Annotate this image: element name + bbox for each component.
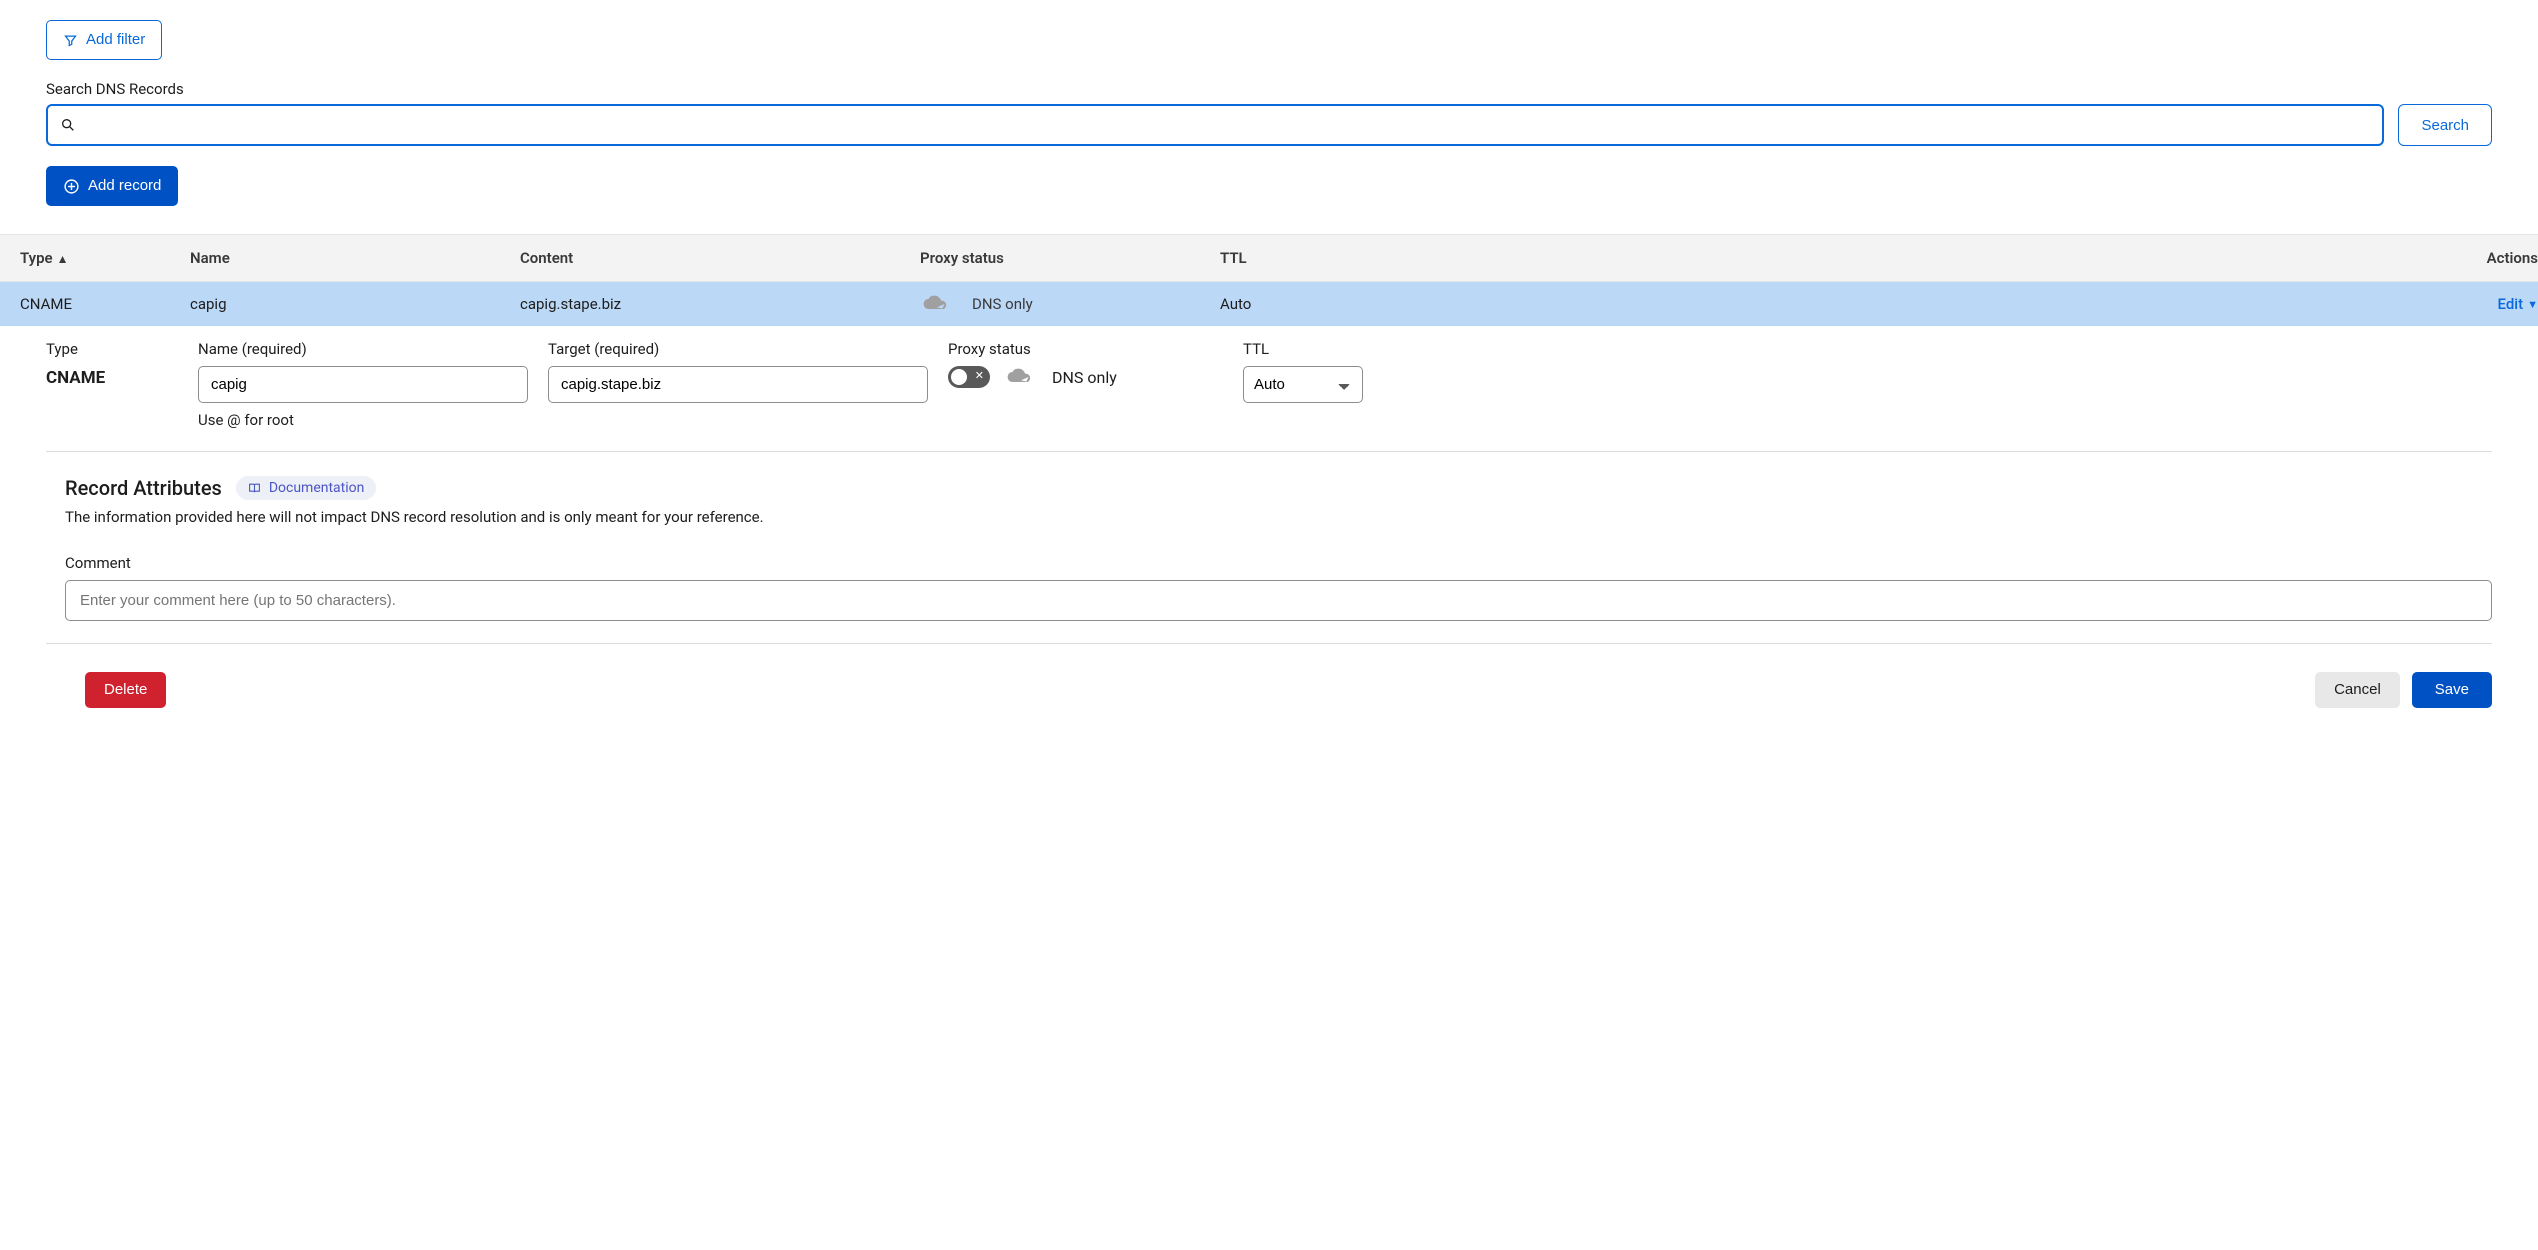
add-filter-label: Add filter: [86, 31, 145, 49]
edit-panel: Type CNAME Name (required) Use @ for roo…: [0, 326, 2538, 429]
dns-records-table: Type▲ Name Content Proxy status TTL Acti…: [0, 234, 2538, 326]
target-input[interactable]: [548, 366, 928, 403]
col-content[interactable]: Content: [520, 249, 920, 267]
edit-button[interactable]: Edit ▼: [2498, 295, 2538, 313]
comment-label: Comment: [65, 554, 2492, 572]
ttl-select[interactable]: Auto: [1243, 366, 1363, 403]
ttl-label: TTL: [1243, 340, 1393, 358]
cloud-icon: [920, 294, 954, 314]
cell-ttl: Auto: [1220, 295, 1360, 313]
caret-down-icon: ▼: [2527, 298, 2538, 311]
cancel-button[interactable]: Cancel: [2315, 672, 2400, 708]
col-ttl[interactable]: TTL: [1220, 249, 1360, 267]
col-actions: Actions: [1360, 249, 2538, 267]
col-proxy[interactable]: Proxy status: [920, 249, 1220, 267]
search-box[interactable]: [46, 104, 2384, 146]
add-filter-button[interactable]: Add filter: [46, 20, 162, 60]
sort-asc-icon: ▲: [57, 252, 69, 266]
save-button[interactable]: Save: [2412, 672, 2492, 708]
x-icon: ✕: [975, 369, 984, 382]
col-name[interactable]: Name: [190, 249, 520, 267]
comment-input[interactable]: [65, 580, 2492, 621]
delete-button[interactable]: Delete: [85, 672, 166, 708]
attributes-title: Record Attributes: [65, 476, 222, 500]
name-help: Use @ for root: [198, 411, 548, 429]
filter-icon: [63, 33, 78, 48]
proxy-label: Proxy status: [948, 340, 1243, 358]
cell-name: capig: [190, 295, 520, 313]
search-label: Search DNS Records: [46, 80, 2492, 98]
plus-circle-icon: [63, 178, 80, 195]
search-button[interactable]: Search: [2398, 104, 2492, 146]
cloud-icon: [1004, 367, 1038, 387]
documentation-link[interactable]: Documentation: [236, 476, 377, 500]
type-label: Type: [46, 340, 198, 358]
add-record-button[interactable]: Add record: [46, 166, 178, 206]
cell-proxy: DNS only: [920, 294, 1220, 314]
cell-content: capig.stape.biz: [520, 295, 920, 313]
target-label: Target (required): [548, 340, 948, 358]
add-record-label: Add record: [88, 177, 161, 195]
attributes-desc: The information provided here will not i…: [65, 508, 2492, 526]
type-value: CNAME: [46, 368, 198, 388]
cell-type: CNAME: [20, 295, 190, 313]
search-icon: [60, 117, 76, 133]
proxy-text: DNS only: [1052, 368, 1117, 387]
book-icon: [248, 482, 261, 495]
proxy-toggle[interactable]: ✕: [948, 366, 990, 388]
name-label: Name (required): [198, 340, 548, 358]
name-input[interactable]: [198, 366, 528, 403]
col-type[interactable]: Type▲: [20, 249, 190, 267]
search-input[interactable]: [76, 117, 2370, 134]
table-row[interactable]: CNAME capig capig.stape.biz DNS only Aut…: [0, 282, 2538, 326]
